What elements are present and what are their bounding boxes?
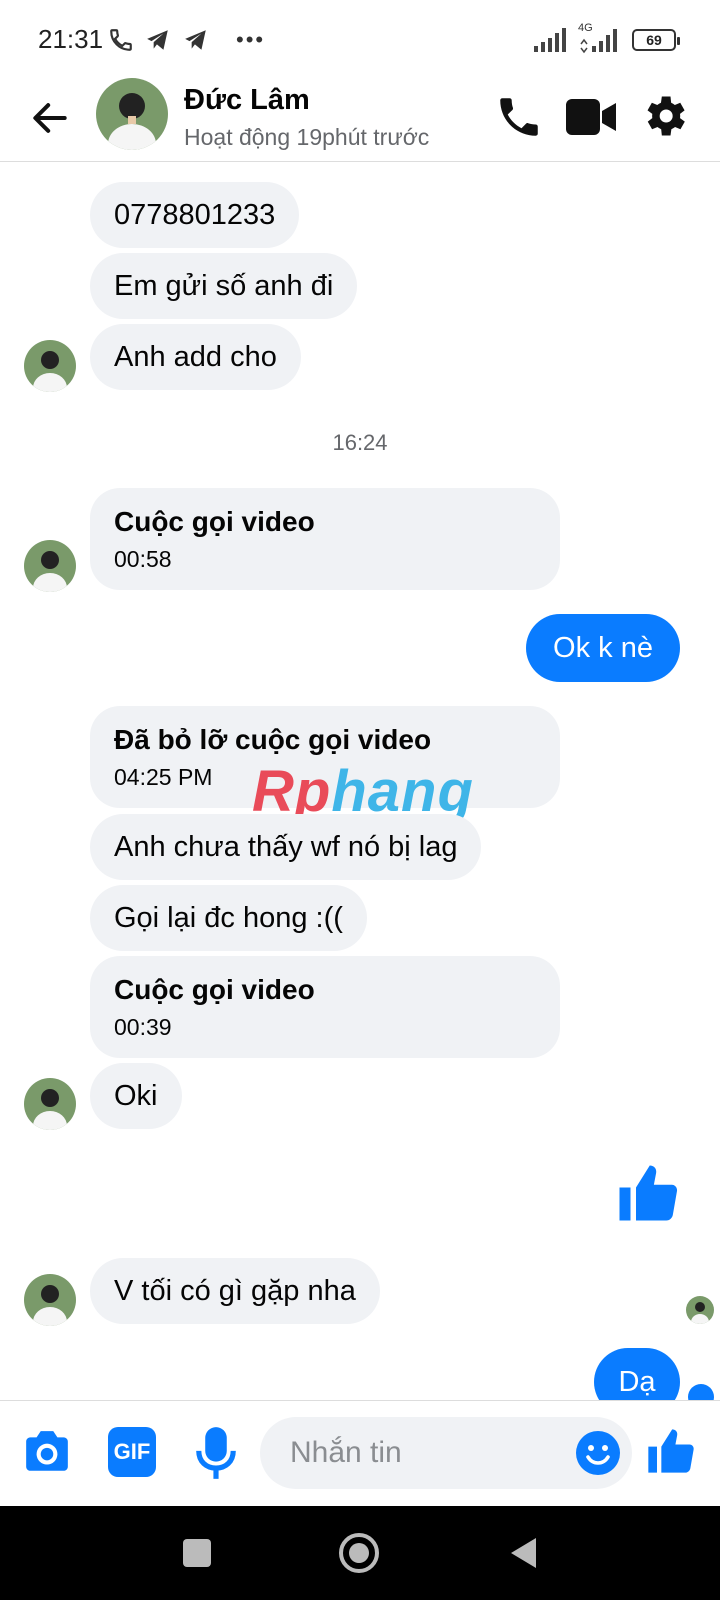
thumbs-up-icon[interactable] <box>614 1160 680 1226</box>
emoji-icon[interactable] <box>574 1429 622 1477</box>
incoming-message[interactable]: 0778801233 <box>90 182 300 248</box>
notification-icons: ••• <box>108 26 265 54</box>
phone-icon[interactable] <box>494 92 544 142</box>
back-nav-icon[interactable] <box>508 1536 538 1570</box>
battery-indicator: 69 <box>632 29 680 51</box>
call-duration: 00:58 <box>114 546 172 572</box>
message-text: Dạ <box>618 1365 656 1398</box>
message-text: Em gửi số anh đi <box>114 269 334 302</box>
status-bar: 21:31 ••• 4G 69 <box>0 0 720 78</box>
gif-label: GIF <box>113 1439 151 1464</box>
outgoing-message[interactable]: Ok k nè <box>526 614 680 682</box>
gear-icon[interactable] <box>638 90 690 142</box>
incoming-message[interactable]: Anh add cho <box>90 324 301 390</box>
call-duration: 00:39 <box>114 1014 172 1040</box>
call-title: Cuộc gọi video <box>114 974 315 1005</box>
incoming-message[interactable]: V tối có gì gặp nha <box>90 1258 380 1324</box>
active-status: Hoạt động 19phút trước <box>184 124 430 150</box>
video-call-bubble[interactable]: Cuộc gọi video 00:58 <box>90 488 560 590</box>
conversation-header: Đức Lâm Hoạt động 19phút trước <box>0 78 720 162</box>
microphone-icon[interactable] <box>194 1425 238 1481</box>
battery-level: 69 <box>646 32 662 48</box>
message-text: 0778801233 <box>114 198 276 231</box>
sender-avatar[interactable] <box>24 1274 76 1326</box>
message-composer: GIF <box>0 1400 720 1506</box>
back-arrow-icon[interactable] <box>28 96 72 140</box>
message-timestamp: 16:24 <box>332 430 388 455</box>
camera-icon[interactable] <box>22 1429 72 1475</box>
telegram-icon <box>185 30 206 50</box>
gif-icon[interactable]: GIF <box>108 1427 156 1477</box>
message-text: V tối có gì gặp nha <box>114 1274 356 1307</box>
recent-apps-icon[interactable] <box>182 1538 212 1568</box>
telegram-icon <box>147 30 168 50</box>
sender-avatar[interactable] <box>24 540 76 592</box>
video-camera-icon[interactable] <box>566 94 618 140</box>
incoming-message[interactable]: Anh chưa thấy wf nó bị lag <box>90 814 482 880</box>
call-title: Đã bỏ lỡ cuộc gọi video <box>114 724 432 755</box>
message-text: Ok k nè <box>553 631 653 664</box>
home-icon[interactable] <box>338 1532 380 1574</box>
contact-name[interactable]: Đức Lâm <box>184 84 310 117</box>
message-text: Anh add cho <box>114 340 277 373</box>
incoming-message[interactable]: Gọi lại đc hong :(( <box>90 885 367 951</box>
message-text: Anh chưa thấy wf nó bị lag <box>114 830 458 863</box>
incoming-message[interactable]: Em gửi số anh đi <box>90 253 358 319</box>
system-navigation-bar <box>0 1506 720 1600</box>
clock: 21:31 <box>38 24 104 54</box>
incoming-message[interactable]: Oki <box>90 1063 182 1129</box>
signal-icon <box>534 28 566 52</box>
sender-avatar[interactable] <box>24 340 76 392</box>
seen-indicator-avatar <box>686 1296 714 1324</box>
contact-avatar[interactable] <box>96 78 168 150</box>
message-text: Oki <box>114 1079 158 1112</box>
call-title: Cuộc gọi video <box>114 506 315 537</box>
message-text: Gọi lại đc hong :(( <box>114 901 343 934</box>
thumbs-up-icon[interactable] <box>644 1425 696 1477</box>
system-indicators: 4G 69 <box>534 22 680 54</box>
video-call-bubble[interactable]: Cuộc gọi video 00:39 <box>90 956 560 1058</box>
more-notifications-icon: ••• <box>236 27 266 52</box>
network-4g-icon: 4G <box>578 22 622 54</box>
call-forward-icon <box>110 29 132 51</box>
sender-avatar[interactable] <box>24 1078 76 1130</box>
